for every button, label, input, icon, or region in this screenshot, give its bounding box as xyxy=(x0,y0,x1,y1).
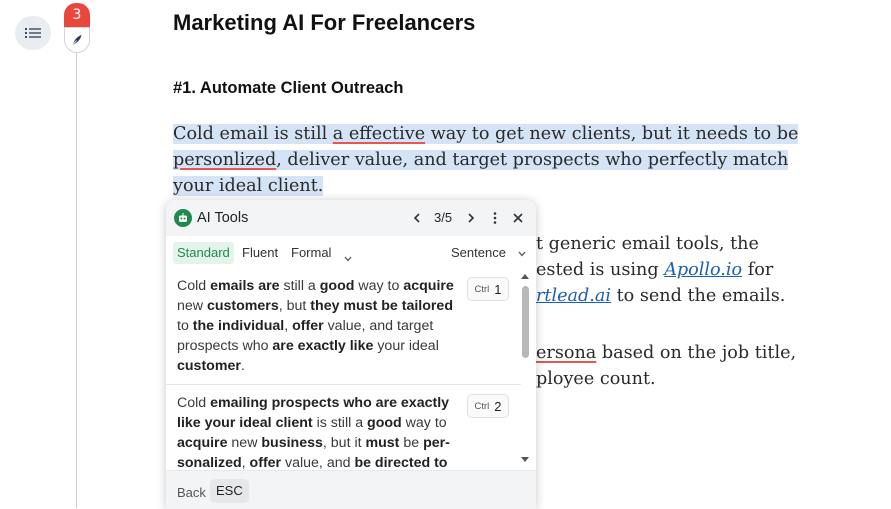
highlighted-paragraph[interactable]: Cold email is still a effective way to g… xyxy=(173,121,799,199)
shortcut-number: 2 xyxy=(494,398,502,414)
text-run: , deliver value, and target prospects wh… xyxy=(276,150,789,170)
robot-icon xyxy=(174,209,192,227)
scroll-up-arrow-icon[interactable] xyxy=(520,272,530,280)
gutter-rail xyxy=(76,48,77,508)
shortcut-key: Ctrl 1 xyxy=(467,277,509,301)
grammar-error[interactable]: a effective xyxy=(333,124,425,144)
mode-formal[interactable]: Formal xyxy=(291,242,331,264)
ctrl-label: Ctrl xyxy=(474,400,490,412)
panel-header: AI Tools 3/5 xyxy=(166,200,536,236)
scope-label: Sentence xyxy=(451,245,506,260)
suggestion-text: Cold emailing prospects who are exactly … xyxy=(177,395,450,470)
panel-title: AI Tools xyxy=(197,210,249,226)
ai-tools-panel: AI Tools 3/5 Standard Fluent Formal Sent… xyxy=(166,200,536,509)
suggestion-pager: 3/5 xyxy=(434,210,453,225)
text-run: based on the job title, xyxy=(596,343,797,363)
mode-selector: Standard Fluent Formal Sentence xyxy=(166,238,536,266)
text-run: way to get new clients, but it needs to … xyxy=(425,124,799,144)
chevron-left-icon xyxy=(413,213,420,223)
panel-footer: Back ESC xyxy=(166,470,536,509)
suggestions-marker[interactable]: 3 xyxy=(64,3,90,53)
back-button[interactable]: Back xyxy=(177,485,206,500)
smartlead-link[interactable]: rtlead.ai xyxy=(536,286,611,306)
suggestion-count-badge: 3 xyxy=(64,3,90,27)
esc-key[interactable]: ESC xyxy=(210,479,249,503)
paragraph-partial: ersona based on the job title, ployee co… xyxy=(536,340,796,392)
section-heading: #1. Automate Client Outreach xyxy=(173,79,404,97)
spelling-error[interactable]: personlized xyxy=(173,150,276,170)
pen-icon xyxy=(64,27,90,53)
modes-dropdown[interactable] xyxy=(344,247,352,269)
spelling-error[interactable]: ersona xyxy=(536,343,596,363)
text-run: for xyxy=(742,260,774,280)
table-of-contents-button[interactable] xyxy=(15,16,51,50)
suggestion-item[interactable]: Cold emailing prospects who are exactly … xyxy=(166,385,521,470)
previous-button[interactable] xyxy=(407,208,427,228)
close-button[interactable] xyxy=(508,208,528,228)
ctrl-label: Ctrl xyxy=(474,283,490,295)
chevron-down-icon xyxy=(344,256,352,262)
mode-fluent[interactable]: Fluent xyxy=(242,242,278,264)
close-icon xyxy=(513,213,523,223)
list-icon xyxy=(25,28,41,38)
shortcut-key: Ctrl 2 xyxy=(467,394,509,418)
chevron-down-icon xyxy=(518,251,526,257)
text-run: t generic email tools, the xyxy=(536,234,759,254)
scrollbar-thumb[interactable] xyxy=(522,286,529,358)
suggestion-item[interactable]: Cold emails are still a good way to acqu… xyxy=(166,270,521,384)
shortcut-number: 1 xyxy=(494,281,502,297)
apollo-link[interactable]: Apollo.io xyxy=(664,260,742,280)
more-options-button[interactable] xyxy=(485,208,505,228)
scope-select[interactable]: Sentence xyxy=(451,242,526,264)
next-button[interactable] xyxy=(461,208,481,228)
chevron-right-icon xyxy=(468,213,475,223)
text-run: ployee count. xyxy=(536,369,656,389)
document-title: Marketing AI For Freelancers xyxy=(173,10,476,35)
text-run: ested is using xyxy=(536,260,665,280)
text-run: your ideal client. xyxy=(173,176,324,196)
suggestion-text: Cold emails are still a good way to acqu… xyxy=(177,278,454,374)
text-run: to send the emails. xyxy=(610,286,786,306)
more-vertical-icon xyxy=(493,212,497,224)
text-run: Cold email is still xyxy=(173,124,333,144)
scroll-down-arrow-icon[interactable] xyxy=(520,456,530,464)
paragraph-partial: t generic email tools, the ested is usin… xyxy=(536,231,785,309)
mode-standard[interactable]: Standard xyxy=(173,242,234,264)
